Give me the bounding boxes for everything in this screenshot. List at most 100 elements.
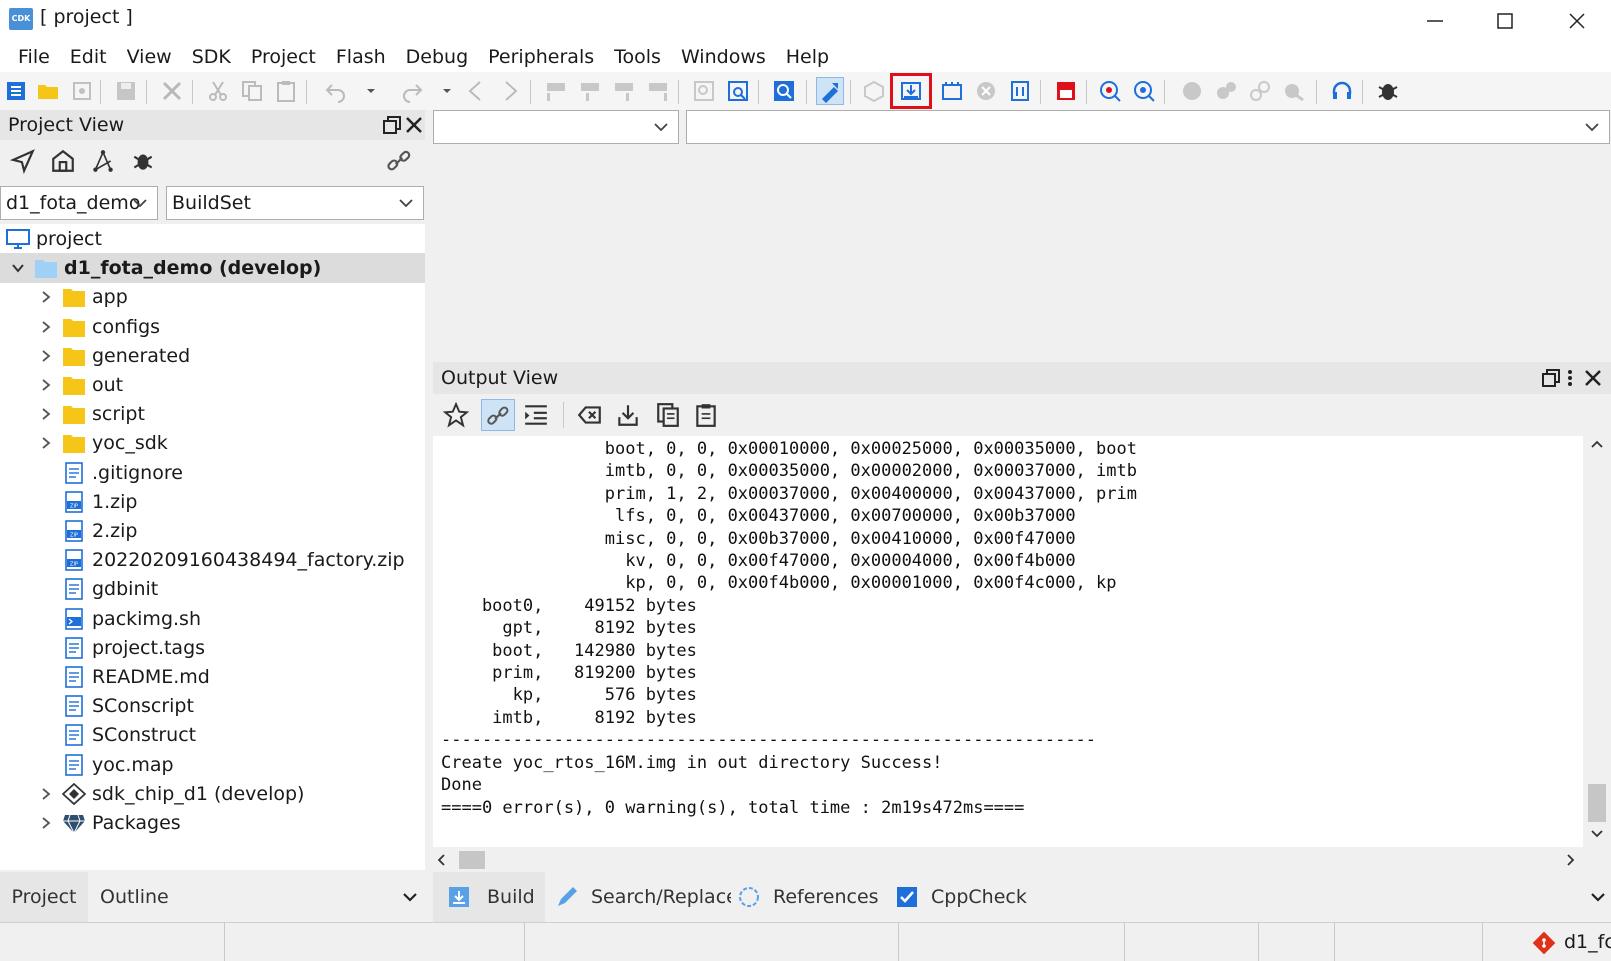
paste-button[interactable] bbox=[272, 77, 300, 105]
tree-item[interactable]: ZIP 20220209160438494_factory.zip bbox=[0, 545, 425, 575]
flash-erase-button[interactable] bbox=[938, 77, 966, 105]
tabs-overflow[interactable] bbox=[1039, 872, 1611, 922]
tree-item[interactable]: SConstruct bbox=[0, 720, 425, 750]
word-wrap-button[interactable] bbox=[523, 402, 549, 428]
support-button[interactable] bbox=[1328, 77, 1356, 105]
tree-item[interactable]: out bbox=[0, 370, 425, 400]
new-file-button[interactable] bbox=[2, 77, 30, 105]
menu-help[interactable]: Help bbox=[776, 42, 839, 72]
tab-outline[interactable]: Outline bbox=[88, 872, 425, 922]
flash-download-button[interactable] bbox=[890, 73, 932, 109]
scrollbar-thumb[interactable] bbox=[459, 851, 485, 869]
open-folder-button[interactable] bbox=[34, 77, 62, 105]
build-button[interactable] bbox=[816, 77, 844, 105]
buildset-select[interactable]: BuildSet bbox=[166, 186, 424, 220]
tab-cppcheck[interactable]: CppCheck bbox=[889, 872, 1039, 922]
minimize-button[interactable] bbox=[1400, 0, 1469, 42]
chevron-right-icon[interactable] bbox=[38, 815, 54, 831]
tab-project[interactable]: Project bbox=[0, 872, 88, 922]
maximize-button[interactable] bbox=[1470, 0, 1539, 42]
chevron-right-icon[interactable] bbox=[38, 348, 54, 364]
tab-search-replace[interactable]: Search/Replace bbox=[545, 872, 738, 922]
editor-file-select[interactable] bbox=[433, 110, 679, 144]
rebuild-button[interactable] bbox=[860, 77, 888, 105]
editor-symbol-select[interactable] bbox=[686, 110, 1610, 144]
connect-button[interactable] bbox=[1212, 77, 1240, 105]
plugin-button[interactable] bbox=[130, 148, 156, 174]
output-console[interactable]: boot, 0, 0, 0x00010000, 0x00025000, 0x00… bbox=[433, 436, 1583, 847]
vertical-scrollbar[interactable] bbox=[1583, 436, 1611, 847]
menu-debug[interactable]: Debug bbox=[396, 42, 478, 72]
panel-menu-button[interactable] bbox=[1565, 368, 1575, 388]
scrollbar-thumb[interactable] bbox=[1588, 784, 1606, 822]
tree-item[interactable]: project.tags bbox=[0, 633, 425, 663]
debug-button[interactable] bbox=[1096, 77, 1124, 105]
close-panel-button[interactable] bbox=[404, 115, 424, 135]
disconnect-button[interactable] bbox=[1280, 77, 1308, 105]
menu-sdk[interactable]: SDK bbox=[182, 42, 241, 72]
chevron-right-icon[interactable] bbox=[38, 786, 54, 802]
bookmark-prev-button[interactable] bbox=[576, 77, 604, 105]
navigate-forward-button[interactable] bbox=[496, 77, 524, 105]
tree-item[interactable]: ZIP 2.zip bbox=[0, 516, 425, 546]
chevron-right-icon[interactable] bbox=[38, 319, 54, 335]
save-all-button[interactable] bbox=[68, 77, 96, 105]
menu-project[interactable]: Project bbox=[241, 42, 326, 72]
tree-item[interactable]: yoc.map bbox=[0, 750, 425, 780]
tree-item[interactable]: README.md bbox=[0, 662, 425, 692]
horizontal-scrollbar[interactable] bbox=[433, 847, 1583, 873]
tab-build[interactable]: Build bbox=[433, 872, 545, 922]
chevron-right-icon[interactable] bbox=[38, 435, 54, 451]
tree-item[interactable]: configs bbox=[0, 312, 425, 342]
stop-build-button[interactable] bbox=[972, 77, 1000, 105]
delete-button[interactable] bbox=[158, 77, 186, 105]
menu-peripherals[interactable]: Peripherals bbox=[478, 42, 604, 72]
plugin-button[interactable] bbox=[1374, 77, 1402, 105]
link-button[interactable] bbox=[1246, 77, 1274, 105]
search-symbol-button[interactable] bbox=[770, 77, 798, 105]
cut-button[interactable] bbox=[204, 77, 232, 105]
tree-item[interactable]: script bbox=[0, 399, 425, 429]
find-in-files-button[interactable] bbox=[724, 77, 752, 105]
close-window-button[interactable] bbox=[1542, 0, 1611, 42]
menu-tools[interactable]: Tools bbox=[604, 42, 671, 72]
link-output-button[interactable] bbox=[481, 399, 515, 431]
paste-output-button[interactable] bbox=[693, 402, 719, 428]
copy-button[interactable] bbox=[238, 77, 266, 105]
clear-output-button[interactable] bbox=[577, 402, 603, 428]
tab-references[interactable]: References bbox=[731, 872, 889, 922]
start-debug-button[interactable] bbox=[1130, 77, 1158, 105]
chevron-right-icon[interactable] bbox=[38, 289, 54, 305]
git-branch-status[interactable]: d1_fc bbox=[1564, 931, 1611, 953]
menu-edit[interactable]: Edit bbox=[60, 42, 117, 72]
tree-item[interactable]: app bbox=[0, 282, 425, 312]
tree-item[interactable]: gdbinit bbox=[0, 574, 425, 604]
undo-button[interactable] bbox=[322, 77, 350, 105]
locate-button[interactable] bbox=[9, 148, 36, 175]
menu-flash[interactable]: Flash bbox=[326, 42, 396, 72]
navigate-back-button[interactable] bbox=[462, 77, 490, 105]
link-editor-button[interactable] bbox=[386, 148, 412, 174]
save-output-button[interactable] bbox=[615, 402, 641, 428]
bookmark-first-button[interactable] bbox=[542, 77, 570, 105]
tree-item[interactable]: yoc_sdk bbox=[0, 428, 425, 458]
chevron-right-icon[interactable] bbox=[38, 406, 54, 422]
redo-dropdown[interactable] bbox=[440, 77, 454, 105]
chevron-down-icon[interactable] bbox=[10, 260, 26, 276]
save-button[interactable] bbox=[112, 77, 140, 105]
clean-button[interactable] bbox=[1006, 77, 1034, 105]
tree-item[interactable]: generated bbox=[0, 341, 425, 371]
menu-view[interactable]: View bbox=[117, 42, 182, 72]
tree-item[interactable]: .gitignore bbox=[0, 458, 425, 488]
tree-item[interactable]: d1_fota_demo (develop) bbox=[0, 253, 425, 284]
menu-windows[interactable]: Windows bbox=[671, 42, 776, 72]
tree-item[interactable]: sdk_chip_d1 (develop) bbox=[0, 779, 425, 809]
project-select[interactable]: d1_fota_demo bbox=[0, 186, 158, 220]
float-panel-button[interactable] bbox=[382, 115, 402, 135]
tree-item[interactable]: packimg.sh bbox=[0, 604, 425, 634]
tree-item[interactable]: ZIP 1.zip bbox=[0, 487, 425, 517]
tree-item[interactable]: Packages bbox=[0, 808, 425, 838]
run-button[interactable] bbox=[1178, 77, 1206, 105]
home-button[interactable] bbox=[50, 148, 76, 174]
tree-item[interactable]: project bbox=[0, 224, 425, 254]
